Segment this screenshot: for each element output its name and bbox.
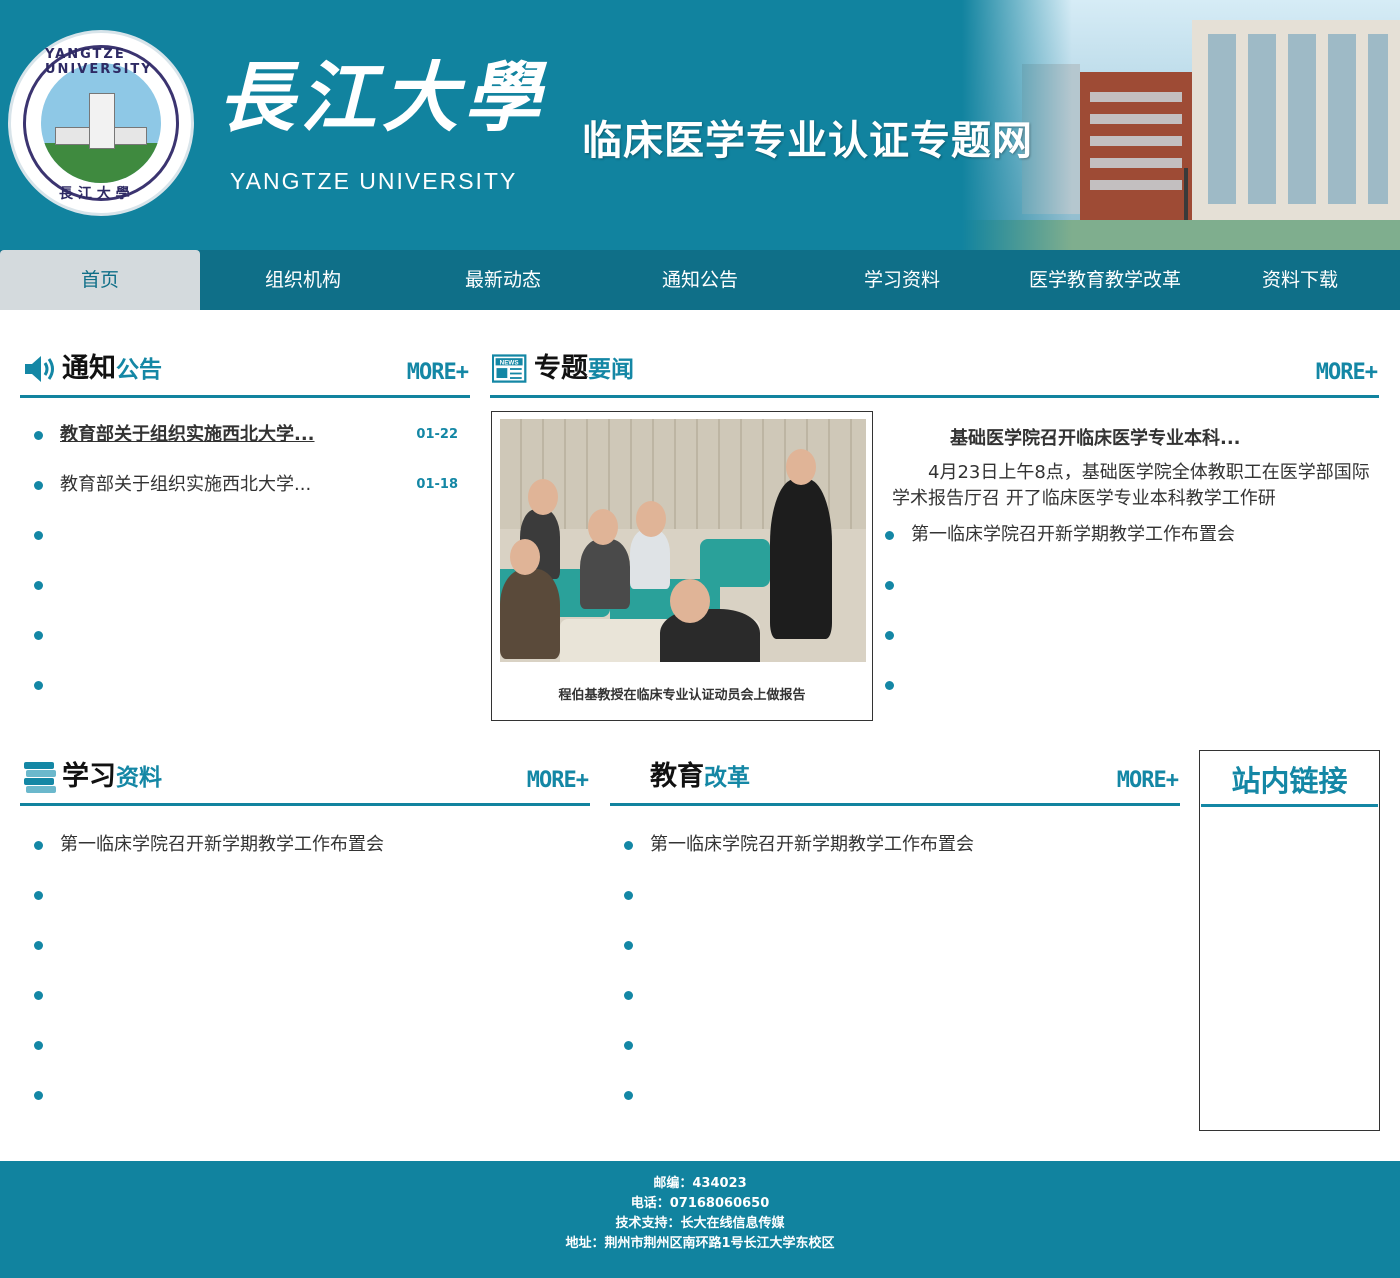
nav-item-home[interactable]: 首页	[0, 250, 200, 310]
study-title-main: 学习	[62, 761, 116, 792]
list-item[interactable]: 第一临床学院召开新学期教学工作布置会	[871, 510, 1379, 560]
list-item	[20, 870, 590, 920]
site-header: YANGTZE UNIVERSITY 長 江 大 學 長江大學 YANGTZE …	[0, 0, 1400, 250]
list-item	[871, 660, 1379, 710]
university-seal-logo[interactable]: YANGTZE UNIVERSITY 長 江 大 學	[8, 30, 194, 216]
news-list: 第一临床学院召开新学期教学工作布置会	[871, 510, 1379, 710]
notices-title-highlight: 公告	[116, 357, 162, 383]
notice-date: 01-18	[416, 477, 458, 492]
brand-english-name: YANGTZE UNIVERSITY	[230, 168, 518, 194]
news-headline-link[interactable]: 基础医学院召开临床医学专业本科...	[950, 424, 1241, 450]
reform-title-highlight: 改革	[704, 765, 750, 791]
footer-tech-support: 技术支持：长大在线信息传媒	[615, 1216, 785, 1231]
list-item	[610, 1070, 1180, 1120]
nav-item-study-materials[interactable]: 学习资料	[802, 250, 1002, 310]
notice-link[interactable]: 教育部关于组织实施西北大学...	[60, 424, 315, 445]
seal-text-en: YANGTZE UNIVERSITY	[45, 47, 153, 77]
study-more-link[interactable]: MORE+	[527, 766, 589, 796]
nav-item-notices[interactable]: 通知公告	[600, 250, 800, 310]
reform-header: 教育改革 MORE+	[610, 760, 1180, 806]
speaker-icon	[25, 356, 54, 382]
list-item	[610, 970, 1180, 1020]
list-item	[20, 560, 470, 610]
footer-postcode: 邮编：434023	[653, 1176, 747, 1191]
site-links-title: 站内链接	[1201, 751, 1378, 807]
list-item	[871, 610, 1379, 660]
nav-item-latest-news[interactable]: 最新动态	[403, 250, 603, 310]
news-title: 专题要闻	[534, 352, 634, 387]
nav-item-organization[interactable]: 组织机构	[203, 250, 403, 310]
list-item	[871, 560, 1379, 610]
news-title-main: 专题	[534, 353, 588, 384]
list-item[interactable]: 第一临床学院召开新学期教学工作布置会	[610, 820, 1180, 870]
site-title: 临床医学专业认证专题网	[582, 118, 1033, 164]
site-footer: 邮编：434023 电话：07168060650 技术支持：长大在线信息传媒 地…	[0, 1161, 1400, 1278]
list-item	[610, 870, 1180, 920]
nav-item-downloads[interactable]: 资料下载	[1200, 250, 1400, 310]
notice-link[interactable]: 教育部关于组织实施西北大学...	[60, 474, 311, 495]
site-links-box: 站内链接	[1199, 750, 1380, 1131]
notices-more-link[interactable]: MORE+	[407, 358, 469, 388]
news-title-highlight: 要闻	[588, 357, 634, 383]
study-title: 学习资料	[62, 760, 162, 795]
reform-title-main: 教育	[650, 761, 704, 792]
newspaper-icon: NEWS	[492, 354, 527, 383]
reform-more-link[interactable]: MORE+	[1117, 766, 1179, 796]
list-item	[20, 1020, 590, 1070]
list-item[interactable]: 教育部关于组织实施西北大学... 01-18	[20, 460, 470, 510]
footer-address: 地址：荆州市荆州区南环路1号长江大学东校区	[565, 1236, 835, 1251]
reform-title: 教育改革	[650, 760, 750, 795]
news-header: NEWS 专题要闻 MORE+	[490, 352, 1379, 398]
news-more-link[interactable]: MORE+	[1316, 358, 1378, 388]
footer-phone: 电话：07168060650	[630, 1196, 770, 1211]
list-item[interactable]: 第一临床学院召开新学期教学工作布置会	[20, 820, 590, 870]
news-photo-caption[interactable]: 程伯基教授在临床专业认证动员会上做报告	[492, 684, 872, 703]
list-item	[20, 660, 470, 710]
main-nav: 首页 组织机构 最新动态 通知公告 学习资料 医学教育教学改革 资料下载	[0, 250, 1400, 310]
newspaper-icon-label: NEWS	[500, 360, 519, 367]
study-header: 学习资料 MORE+	[20, 760, 590, 806]
news-photo[interactable]	[500, 419, 866, 662]
list-item	[20, 510, 470, 560]
seal-text-cn: 長 江 大 學	[59, 186, 130, 202]
list-item	[20, 1070, 590, 1120]
list-item	[610, 1020, 1180, 1070]
study-title-highlight: 资料	[116, 765, 162, 791]
study-list: 第一临床学院召开新学期教学工作布置会	[20, 820, 590, 1120]
notice-date: 01-22	[416, 427, 458, 442]
notices-title-main: 通知	[62, 353, 116, 384]
notices-list: 教育部关于组织实施西北大学... 01-22 教育部关于组织实施西北大学... 01…	[20, 410, 470, 710]
notices-title: 通知公告	[62, 352, 162, 387]
list-item	[20, 920, 590, 970]
study-link[interactable]: 第一临床学院召开新学期教学工作布置会	[60, 834, 384, 855]
news-summary: 4月23日上午8点，基础医学院全体教职工在医学部国际学术报告厅召 开了临床医学专…	[892, 462, 1370, 509]
list-item	[20, 970, 590, 1020]
reform-link[interactable]: 第一临床学院召开新学期教学工作布置会	[650, 834, 974, 855]
nav-item-education-reform[interactable]: 医学教育教学改革	[1005, 250, 1205, 310]
news-link[interactable]: 第一临床学院召开新学期教学工作布置会	[911, 524, 1235, 545]
seal-building-emblem	[41, 63, 161, 183]
list-item	[610, 920, 1180, 970]
news-photo-card[interactable]: 程伯基教授在临床专业认证动员会上做报告	[491, 411, 873, 721]
brand-calligraphy: 長江大學	[218, 53, 546, 142]
list-item[interactable]: 教育部关于组织实施西北大学... 01-22	[20, 410, 470, 460]
list-item	[20, 610, 470, 660]
notices-header: 通知公告 MORE+	[20, 352, 470, 398]
reform-list: 第一临床学院召开新学期教学工作布置会	[610, 820, 1180, 1120]
books-icon	[24, 762, 56, 793]
